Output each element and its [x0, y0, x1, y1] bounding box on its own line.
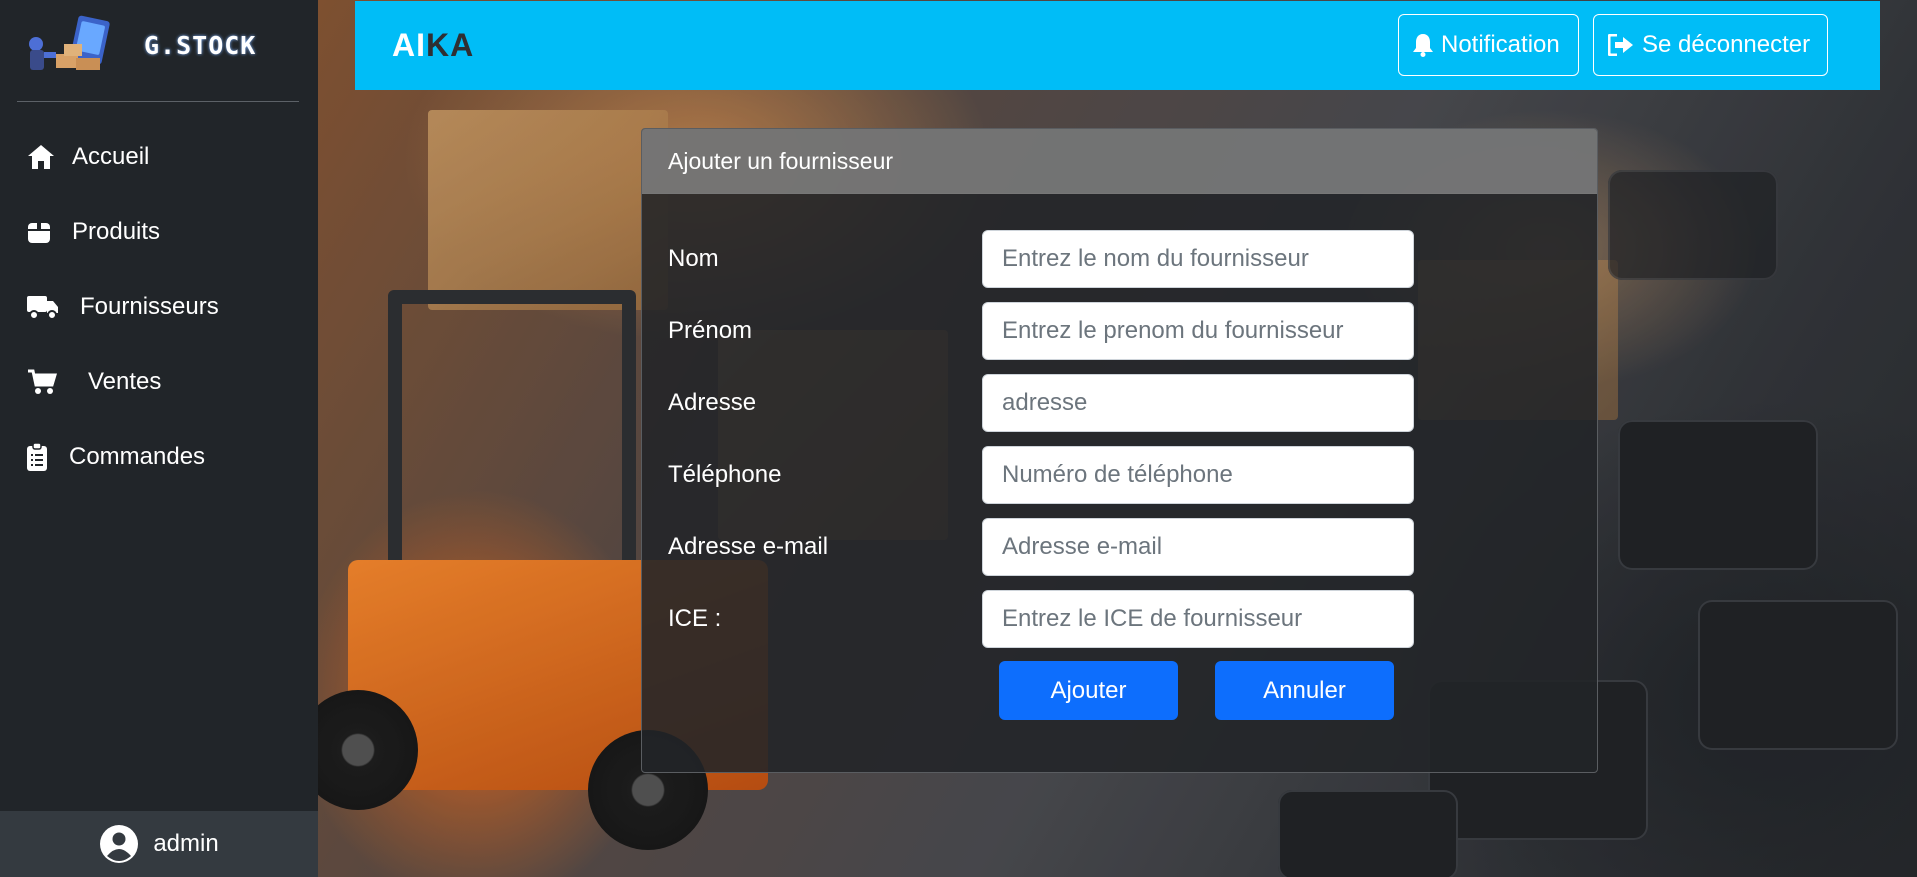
sidebar-item-commandes[interactable]: Commandes: [0, 430, 318, 484]
field-label: Téléphone: [668, 461, 782, 488]
app-logo[interactable]: G.STOCK: [26, 14, 256, 76]
form-title: Ajouter un fournisseur: [642, 129, 1597, 194]
logout-button[interactable]: Se déconnecter: [1593, 14, 1828, 76]
field-label: Adresse e-mail: [668, 533, 829, 560]
logout-label: Se déconnecter: [1642, 31, 1811, 58]
logo-text: G.STOCK: [144, 30, 257, 60]
home-icon: [27, 143, 61, 171]
brand-title[interactable]: AIKA: [392, 27, 474, 64]
add-supplier-form: Ajouter un fournisseur Nom Prénom Adress…: [641, 128, 1598, 773]
sidebar-item-label: Commandes: [69, 443, 206, 470]
field-label: ICE :: [668, 605, 722, 632]
logo-icon: [26, 14, 134, 76]
sidebar-item-label: Produits: [72, 218, 161, 245]
sidebar-divider: [17, 101, 299, 102]
field-label: Prénom: [668, 317, 753, 344]
brand-title-part: AI: [392, 27, 426, 63]
form-row-ice: ICE :: [668, 590, 1568, 648]
clipboard-icon: [27, 443, 58, 471]
notification-label: Notification: [1441, 31, 1560, 58]
field-label: Adresse: [668, 389, 757, 416]
box-icon: [27, 218, 61, 246]
sidebar-nav: Accueil Produits Fournisseurs Ventes Com…: [0, 130, 318, 505]
sign-out-icon: [1608, 34, 1634, 56]
cancel-button[interactable]: Annuler: [1215, 661, 1394, 720]
add-button[interactable]: Ajouter: [999, 661, 1178, 720]
truck-icon: [27, 293, 69, 321]
notification-button[interactable]: Notification: [1398, 14, 1579, 76]
sidebar-item-ventes[interactable]: Ventes: [0, 355, 318, 409]
user-circle-icon: [99, 824, 139, 864]
telephone-input[interactable]: [982, 446, 1414, 504]
sidebar-item-fournisseurs[interactable]: Fournisseurs: [0, 280, 318, 334]
email-input[interactable]: [982, 518, 1414, 576]
ice-input[interactable]: [982, 590, 1414, 648]
sidebar-item-accueil[interactable]: Accueil: [0, 130, 318, 184]
brand-title-part: KA: [426, 27, 475, 63]
form-row-nom: Nom: [668, 230, 1568, 288]
bell-icon: [1413, 33, 1433, 57]
field-label: Nom: [668, 245, 719, 272]
adresse-input[interactable]: [982, 374, 1414, 432]
form-row-prenom: Prénom: [668, 302, 1568, 360]
prenom-input[interactable]: [982, 302, 1414, 360]
top-navbar: AIKA Notification Se déconnecter: [355, 1, 1880, 90]
sidebar-item-label: Ventes: [88, 368, 162, 395]
sidebar-item-label: Fournisseurs: [80, 293, 219, 320]
form-row-email: Adresse e-mail: [668, 518, 1568, 576]
sidebar-item-label: Accueil: [72, 143, 150, 170]
form-row-adresse: Adresse: [668, 374, 1568, 432]
user-menu[interactable]: admin: [0, 811, 318, 877]
username: admin: [153, 830, 219, 857]
sidebar: G.STOCK Accueil Produits Fournisseurs Ve…: [0, 0, 318, 877]
sidebar-item-produits[interactable]: Produits: [0, 205, 318, 259]
form-row-telephone: Téléphone: [668, 446, 1568, 504]
cart-icon: [27, 368, 77, 396]
nom-input[interactable]: [982, 230, 1414, 288]
